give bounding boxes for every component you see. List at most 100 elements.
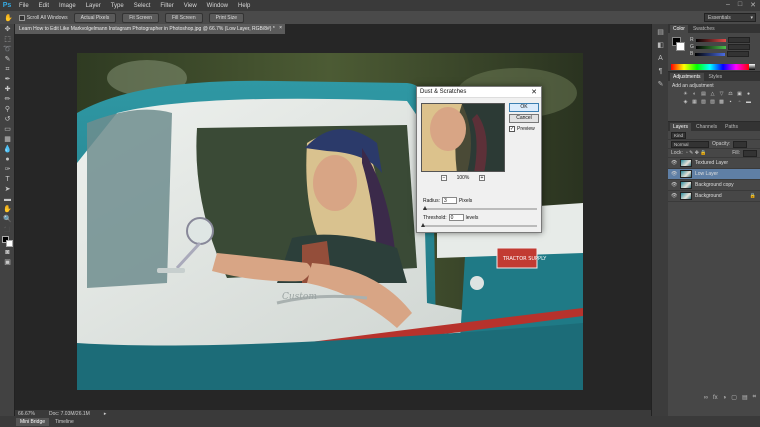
adjustment-icon-14[interactable]: ▪ [727,99,734,105]
layer-row[interactable]: 👁 Background 🔒 [668,191,760,202]
checkbox-box[interactable] [18,14,25,21]
tab-mini-bridge[interactable]: Mini Bridge [16,417,50,426]
print-size-button[interactable]: Print Size [208,12,245,23]
hand-tool-icon[interactable]: ✋ [2,206,13,214]
green-value-input[interactable] [727,44,750,50]
zoom-tool-icon[interactable]: 🔍 [2,216,13,224]
layers-footer-icon-4[interactable]: ▢ [731,394,737,401]
adjustment-icon-3[interactable]: ▤ [700,91,707,97]
tab-styles[interactable]: Styles [706,73,726,81]
layers-footer-icon-5[interactable]: ▤ [742,394,748,401]
adjustment-icon-4[interactable]: △ [709,91,716,97]
visibility-eye-icon[interactable]: 👁 [671,182,677,188]
type-tool-icon[interactable]: T [2,176,13,184]
menu-window[interactable]: Window [202,3,233,9]
quick-select-tool-icon[interactable]: ✎ [2,56,13,64]
blur-tool-icon[interactable]: 💧 [2,146,13,154]
menu-type[interactable]: Type [106,3,129,9]
fill-screen-button[interactable]: Fill Screen [165,12,203,23]
history-panel-icon[interactable]: ▤ [655,28,666,37]
adjustment-icon-2[interactable]: ◐ [691,91,698,97]
cancel-button[interactable]: Cancel [509,114,539,123]
character-panel-icon[interactable]: A [655,54,666,63]
history-brush-tool-icon[interactable]: ↺ [2,116,13,124]
adjustment-icon-7[interactable]: ▣ [736,91,743,97]
adjustment-icon-13[interactable]: ▩ [718,99,725,105]
menu-image[interactable]: Image [54,3,81,9]
preview-checkbox-box[interactable]: ✓ [509,126,515,132]
close-window-icon[interactable]: ✕ [750,1,756,9]
radius-slider[interactable] [423,206,537,210]
path-selection-tool-icon[interactable]: ➤ [2,186,13,194]
adjustment-icon-10[interactable]: ▦ [691,99,698,105]
foreground-background-swatches[interactable] [2,236,13,247]
adjustment-icon-11[interactable]: ▧ [700,99,707,105]
pen-tool-icon[interactable]: ✑ [2,166,13,174]
ok-button[interactable]: OK [509,103,539,112]
visibility-eye-icon[interactable]: 👁 [671,193,677,199]
lock-icons[interactable]: ▫ ✎ ✥ 🔒 [686,150,707,156]
menu-edit[interactable]: Edit [34,3,54,9]
crop-tool-icon[interactable]: ⌗ [2,66,13,74]
tab-layers[interactable]: Layers [670,123,692,131]
lasso-tool-icon[interactable]: ➰ [2,46,13,54]
blue-slider[interactable] [695,52,726,56]
green-slider[interactable] [695,45,726,49]
menu-file[interactable]: File [14,3,34,9]
paragraph-panel-icon[interactable]: ¶ [655,67,666,76]
layers-footer-icon-6[interactable]: ⌗ [753,394,756,401]
blue-value-input[interactable] [727,51,750,57]
threshold-slider-thumb[interactable] [421,223,425,227]
clone-stamp-tool-icon[interactable]: ⚲ [2,106,13,114]
fit-screen-button[interactable]: Fit Screen [122,12,159,23]
layer-row[interactable]: 👁 Textured Layer [668,158,760,169]
brush-tool-icon[interactable]: ✏ [2,96,13,104]
healing-brush-tool-icon[interactable]: ✚ [2,86,13,94]
dialog-close-icon[interactable]: ✕ [531,88,537,96]
properties-panel-icon[interactable]: ◧ [655,41,666,50]
layers-footer-icon-1[interactable]: ∞ [704,395,708,401]
threshold-slider[interactable] [421,223,537,227]
menu-select[interactable]: Select [129,3,156,9]
threshold-input[interactable]: 0 [448,214,464,221]
background-color-swatch[interactable] [676,42,685,51]
workspace-select[interactable]: Essentials ▾ [704,13,756,22]
eyedropper-tool-icon[interactable]: ✒ [2,76,13,84]
zoom-in-button[interactable]: + [478,175,485,181]
tab-channels[interactable]: Channels [693,123,720,131]
close-tab-icon[interactable]: × [279,25,282,31]
red-slider[interactable] [695,38,726,42]
red-value-input[interactable] [727,37,750,43]
preview-checkbox[interactable]: ✓ Preview [509,126,535,132]
quick-mask-icon[interactable]: ◙ [2,249,13,257]
layers-footer-icon-3[interactable]: ◑ [723,395,727,401]
blend-mode-select[interactable]: Normal [671,140,709,148]
minimize-icon[interactable]: – [726,1,730,9]
default-colors-icon[interactable]: ⬛ [2,226,13,234]
maximize-icon[interactable]: □ [738,1,742,9]
kind-filter-select[interactable]: Kind [671,131,687,139]
adjustment-icon-6[interactable]: ⚖ [727,91,734,97]
tab-adjustments[interactable]: Adjustments [670,73,704,81]
adjustment-icon-1[interactable]: ☀ [682,91,689,97]
tab-timeline[interactable]: Timeline [51,418,78,426]
adjustment-icon-5[interactable]: ▽ [718,91,725,97]
fill-input[interactable] [743,149,757,157]
adjustment-icon-12[interactable]: ▨ [709,99,716,105]
opacity-input[interactable] [733,140,748,148]
menu-filter[interactable]: Filter [155,3,178,9]
filter-preview[interactable] [421,103,505,172]
adjustment-icon-8[interactable]: ● [745,91,752,97]
document-tab[interactable]: Learn How to Edit Like Markvolgelmann In… [15,24,285,34]
tab-color[interactable]: Color [670,25,688,33]
zoom-out-button[interactable]: − [441,175,447,181]
adjustment-icon-16[interactable]: ▬ [745,99,752,105]
tab-swatches[interactable]: Swatches [690,25,718,33]
layer-row[interactable]: 👁 Low Layer [668,169,760,180]
move-tool-icon[interactable]: ✥ [2,26,13,34]
menu-view[interactable]: View [179,3,202,9]
visibility-eye-icon[interactable]: 👁 [671,160,677,166]
visibility-eye-icon[interactable]: 👁 [671,171,677,177]
adjustment-icon-9[interactable]: ◈ [682,99,689,105]
dodge-tool-icon[interactable]: ● [2,156,13,164]
